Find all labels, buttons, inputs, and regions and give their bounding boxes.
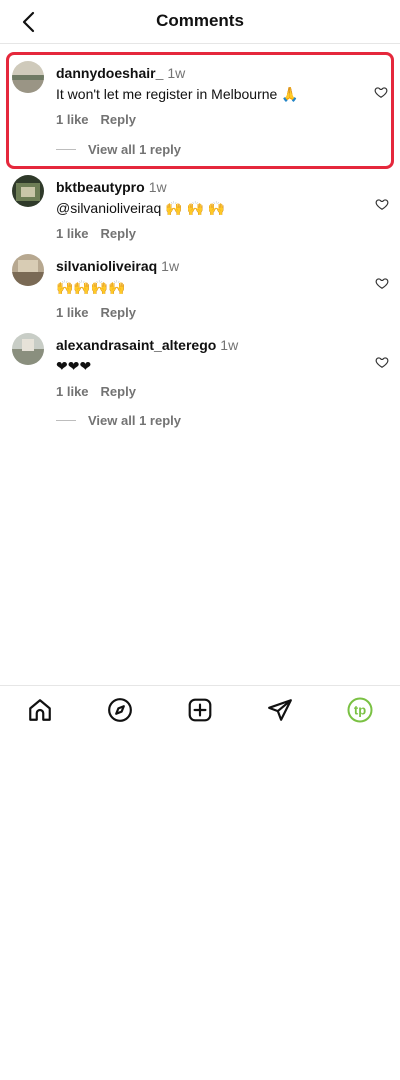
comment-username[interactable]: silvanioliveiraq <box>56 258 157 274</box>
nav-messages[interactable] <box>260 690 300 730</box>
comment-username[interactable]: bktbeautypro <box>56 179 145 195</box>
comment-time: 1w <box>148 179 167 195</box>
reply-button[interactable]: Reply <box>101 384 136 399</box>
comment-text: 🙌🙌🙌🙌 <box>56 279 126 295</box>
svg-text:tp: tp <box>354 702 366 717</box>
comment-text: @silvanioliveiraq 🙌 🙌 🙌 <box>56 200 226 216</box>
avatar[interactable] <box>12 333 44 365</box>
like-count[interactable]: 1 like <box>56 305 89 320</box>
nav-explore[interactable] <box>100 690 140 730</box>
heart-icon[interactable] <box>375 355 389 369</box>
comment-text: It won't let me register in Melbourne 🙏 <box>56 86 299 102</box>
heart-icon[interactable] <box>375 276 389 290</box>
view-replies-button[interactable]: View all 1 reply <box>56 413 181 428</box>
comment-time: 1w <box>161 258 180 274</box>
comment-time: 1w <box>167 65 186 81</box>
create-icon <box>188 698 212 721</box>
bottom-nav: tp <box>0 685 400 733</box>
home-icon <box>29 698 51 721</box>
reply-button[interactable]: Reply <box>101 112 136 127</box>
reply-button[interactable]: Reply <box>101 226 136 241</box>
like-count[interactable]: 1 like <box>56 384 89 399</box>
comment-text: ❤❤❤ <box>56 358 92 374</box>
page-title: Comments <box>156 11 244 30</box>
comment-time: 1w <box>220 337 239 353</box>
nav-profile[interactable]: tp <box>340 690 380 730</box>
like-count[interactable]: 1 like <box>56 226 89 241</box>
nav-home[interactable] <box>20 690 60 730</box>
avatar[interactable] <box>12 254 44 286</box>
view-replies-button[interactable]: View all 1 reply <box>56 142 181 157</box>
app-screen: Comments dannydoeshair_ 1w It won't let m… <box>0 0 400 1080</box>
reply-button[interactable]: Reply <box>101 305 136 320</box>
comment-item: dannydoeshair_ 1w It won't let me registe… <box>6 52 394 169</box>
avatar[interactable] <box>12 61 44 93</box>
like-count[interactable]: 1 like <box>56 112 89 127</box>
nav-create[interactable] <box>180 690 220 730</box>
heart-icon[interactable] <box>374 85 388 99</box>
view-replies-label: View all 1 reply <box>88 142 181 157</box>
heart-icon[interactable] <box>375 197 389 211</box>
comment-username[interactable]: dannydoeshair_ <box>56 65 163 81</box>
explore-icon <box>108 697 132 722</box>
messages-icon <box>268 698 292 721</box>
view-replies-label: View all 1 reply <box>88 413 181 428</box>
avatar[interactable] <box>12 175 44 207</box>
profile-icon: tp <box>347 697 373 722</box>
header: Comments <box>0 0 400 44</box>
comment-username[interactable]: alexandrasaint_alterego <box>56 337 216 353</box>
